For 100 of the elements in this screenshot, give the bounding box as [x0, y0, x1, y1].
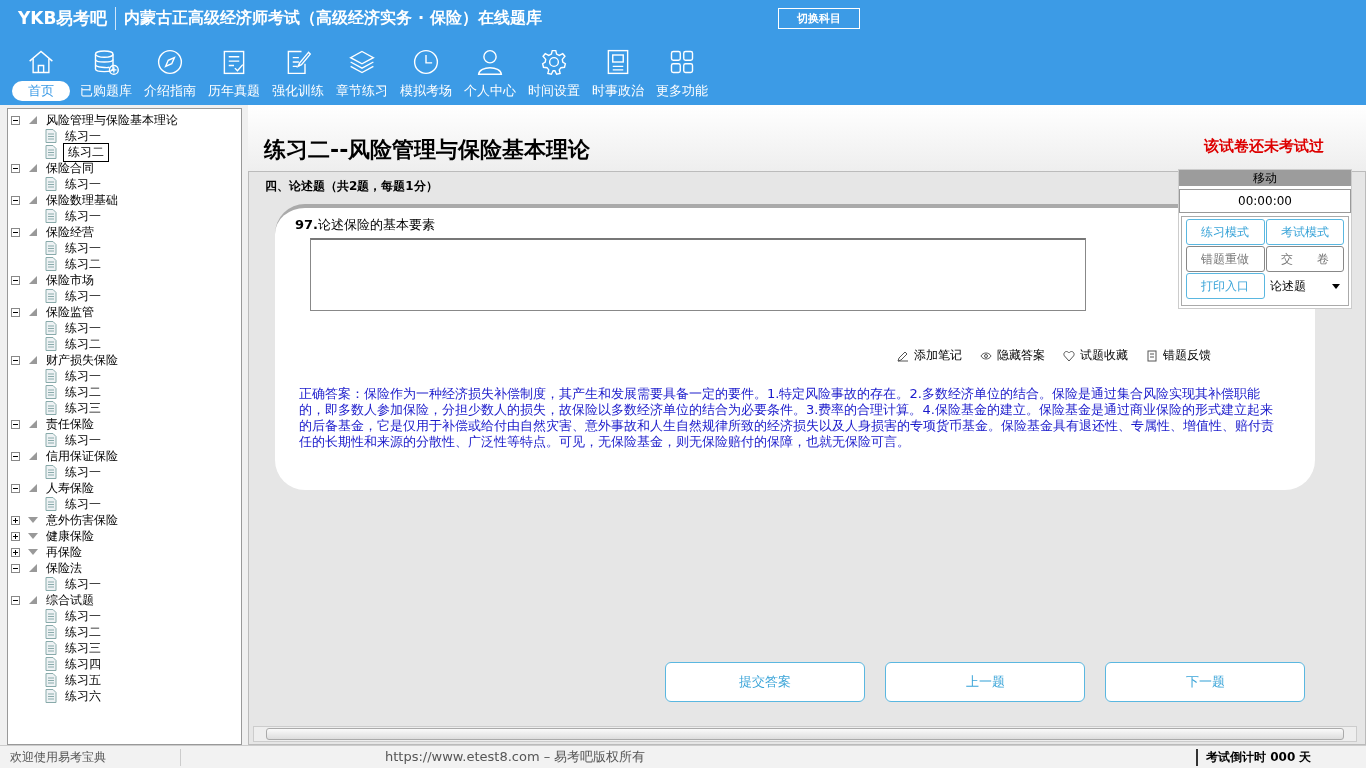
tool-link[interactable]: 添加笔记 [897, 347, 962, 364]
tree-item[interactable]: 练习一 [63, 207, 103, 225]
app-title: 内蒙古正高级经济师考试（高级经济实务 · 保险）在线题库 [123, 7, 543, 29]
tree-item[interactable]: 练习一 [63, 239, 103, 257]
tree-item[interactable]: 练习二 [63, 142, 109, 162]
tree-folder[interactable]: 意外伤害保险 [46, 511, 118, 529]
answer-box[interactable] [310, 238, 1086, 311]
logo: YKB易考吧 [18, 6, 117, 30]
tree-folder[interactable]: 保险数理基础 [46, 191, 118, 209]
tree-folder[interactable]: 风险管理与保险基本理论 [46, 111, 178, 129]
gear-icon[interactable] [540, 48, 568, 76]
expander-icon[interactable] [11, 419, 20, 429]
home-icon[interactable] [27, 48, 55, 76]
tree-folder[interactable]: 健康保险 [46, 527, 94, 545]
tree-item[interactable]: 练习六 [63, 687, 103, 705]
question-type-dropdown[interactable]: 论述题 [1265, 273, 1344, 299]
tree-folder[interactable]: 信用保证保险 [46, 447, 118, 465]
tree-item[interactable]: 练习一 [63, 367, 103, 385]
triangle-icon [28, 275, 38, 285]
triangle-icon [28, 307, 38, 317]
tree-folder[interactable]: 保险合同 [46, 159, 94, 177]
expander-icon[interactable] [11, 275, 20, 285]
tree-item[interactable]: 练习五 [63, 671, 103, 689]
tree-item[interactable]: 练习四 [63, 655, 103, 673]
expander-icon[interactable] [11, 515, 20, 525]
tree-item[interactable]: 练习三 [63, 639, 103, 657]
clock-icon[interactable] [412, 48, 440, 76]
tree-item[interactable]: 练习一 [63, 287, 103, 305]
tree-item[interactable]: 练习一 [63, 127, 103, 145]
expander-icon[interactable] [11, 451, 20, 461]
pencil-icon [897, 349, 909, 362]
exam-title: 练习二--风险管理与保险基本理论 [264, 136, 591, 164]
tree-item[interactable]: 练习三 [63, 399, 103, 417]
document-icon [45, 689, 57, 703]
database-icon[interactable] [92, 48, 120, 76]
expander-icon[interactable] [11, 355, 20, 365]
document-icon [45, 465, 57, 479]
expander-icon[interactable] [11, 595, 20, 605]
document-icon [45, 369, 57, 383]
document-icon [45, 625, 57, 639]
tool-link[interactable]: 错题反馈 [1146, 347, 1211, 364]
tree-item[interactable]: 练习二 [63, 383, 103, 401]
document-icon [45, 497, 57, 511]
triangle-icon [28, 451, 38, 461]
tree-folder[interactable]: 人寿保险 [46, 479, 94, 497]
tree-folder[interactable]: 综合试题 [46, 591, 94, 609]
document-icon [45, 641, 57, 655]
expander-icon[interactable] [11, 227, 20, 237]
horizontal-scrollbar[interactable] [253, 726, 1357, 742]
layers-icon[interactable] [348, 48, 376, 76]
expander-icon[interactable] [11, 563, 20, 573]
grid-icon[interactable] [668, 48, 696, 76]
tree-folder[interactable]: 再保险 [46, 543, 82, 561]
person-icon[interactable] [476, 48, 504, 76]
document-icon [1146, 349, 1158, 362]
tree-item[interactable]: 练习二 [63, 623, 103, 641]
tree-folder[interactable]: 财产损失保险 [46, 351, 118, 369]
countdown-text: 考试倒计时 000 天 [1196, 748, 1356, 766]
tree-item[interactable]: 练习二 [63, 255, 103, 273]
tree-item[interactable]: 练习一 [63, 431, 103, 449]
expander-icon[interactable] [11, 483, 20, 493]
document-icon [45, 657, 57, 671]
tree-folder[interactable]: 责任保险 [46, 415, 94, 433]
tool-link[interactable]: 试题收藏 [1063, 347, 1128, 364]
tree-item[interactable]: 练习一 [63, 463, 103, 481]
triangle-icon [28, 595, 38, 605]
triangle-icon [28, 163, 38, 173]
document-icon [45, 673, 57, 687]
answer-text: 正确答案：保险作为一种经济损失补偿制度，其产生和发展需要具备一定的要件。1.特定风险事故的存在。2.多数经济单位的结合。保险是通过集合风险实现其补偿职能的，即多数人参加保险，分担少数人的损失，故保险以多数经济单位的结合为必要条件。3.费率的合理计算。4.保险基金的建立。保险基金是通过商业保险的形式建立起来的后备基金，它是仅用于补偿或给付由自然灾害、意外事故和人生自然规律所致的经济损失以及人身损害的专项货币基金。保险基金具有退还性、专属性、增值性、赔付责任的长期性和来源的分散性、广泛性等特点。可见，无保险基金，则无保险赔付的保障，也就无保险可言。 [299, 386, 1275, 450]
expander-icon[interactable] [11, 163, 20, 173]
tree-item[interactable]: 练习一 [63, 495, 103, 513]
tree-folder[interactable]: 保险法 [46, 559, 82, 577]
tree-item[interactable]: 练习二 [63, 335, 103, 353]
expander-icon[interactable] [11, 547, 20, 557]
expander-icon[interactable] [11, 307, 20, 317]
tree-item[interactable]: 练习一 [63, 575, 103, 593]
tree-folder[interactable]: 保险监管 [46, 303, 94, 321]
triangle-icon [28, 419, 38, 429]
compass-icon[interactable] [156, 48, 184, 76]
document-icon [45, 289, 57, 303]
document-icon [45, 337, 57, 351]
move-handle[interactable]: 移动 [1179, 170, 1351, 186]
welcome-text: 欢迎使用易考宝典 [0, 748, 181, 766]
tree-item[interactable]: 练习一 [63, 175, 103, 193]
tree-folder[interactable]: 保险经营 [46, 223, 94, 241]
tree-item[interactable]: 练习一 [63, 319, 103, 337]
expander-icon[interactable] [11, 531, 20, 541]
tree-item[interactable]: 练习一 [63, 607, 103, 625]
expander-icon[interactable] [11, 115, 20, 125]
document-icon [45, 401, 57, 415]
document-icon [45, 177, 57, 191]
copyright-text: https://www.etest8.com – 易考吧版权所有 [385, 748, 646, 766]
exam-status: 该试卷还未考试过 [1204, 136, 1324, 156]
heart-icon [1063, 349, 1075, 362]
tree-folder[interactable]: 保险市场 [46, 271, 94, 289]
expander-icon[interactable] [11, 195, 20, 205]
triangle-icon [28, 483, 38, 493]
tool-link[interactable]: 隐藏答案 [980, 347, 1045, 364]
document-icon [45, 433, 57, 447]
document-icon [45, 145, 57, 159]
